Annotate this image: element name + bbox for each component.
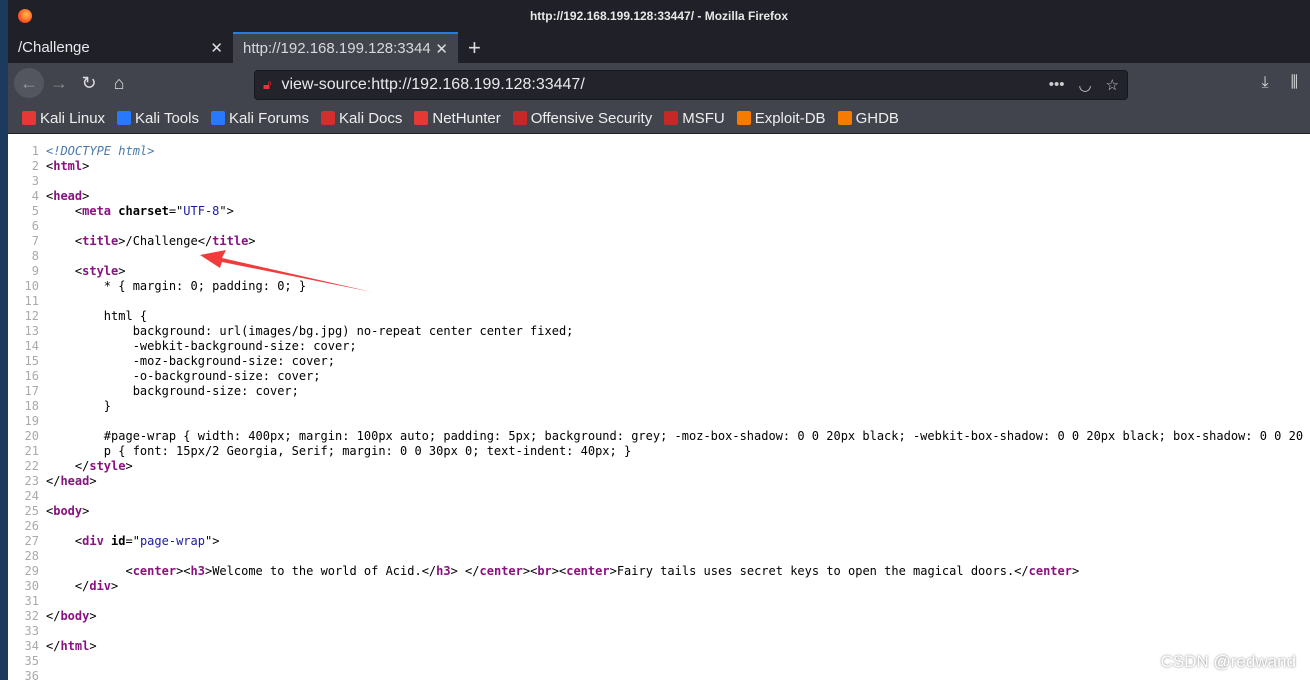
watermark: CSDN @redwand: [1160, 652, 1296, 671]
annotation-arrow: [200, 250, 372, 292]
